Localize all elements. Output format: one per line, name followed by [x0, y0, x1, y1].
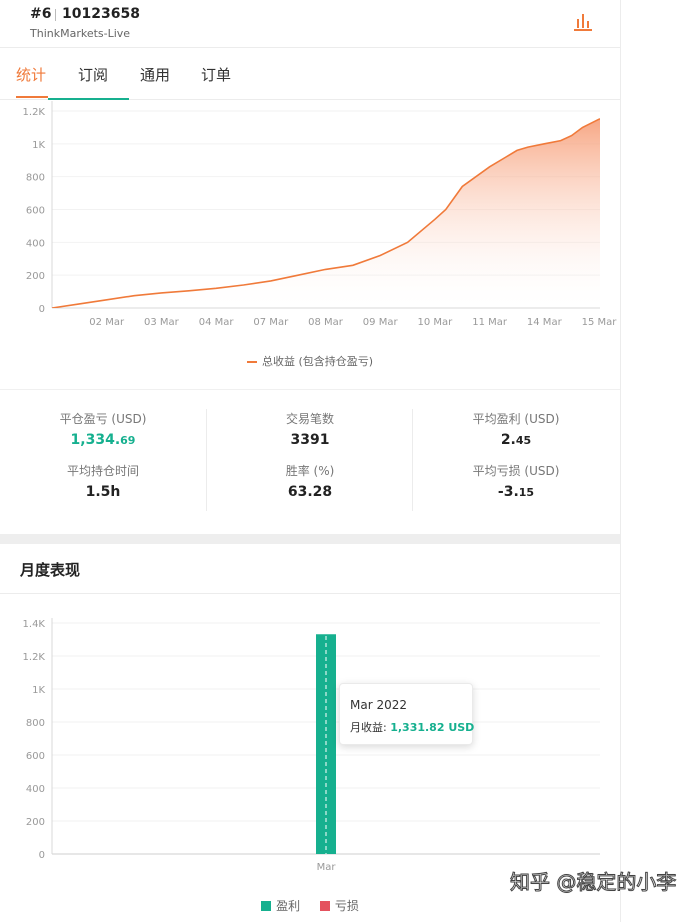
stats-panel: 平仓盈亏 (USD) 1,334.69 平均持仓时间 1.5h 交易笔数 339… [0, 389, 620, 535]
closed-pnl-label: 平仓盈亏 (USD) [59, 412, 147, 426]
x-tick-label: Mar [317, 862, 337, 873]
avg-profit-value: 2.45 [500, 432, 532, 448]
trades-value: 3391 [290, 432, 330, 448]
avg-hold-value: 1.5h [85, 484, 121, 500]
stats-col-2: 交易笔数 3391 胜率 (%) 63.28 [207, 410, 413, 514]
win-rate-label: 胜率 (%) [285, 464, 335, 478]
monthly-title: 月度表现 [20, 561, 81, 579]
trades-label: 交易笔数 [285, 412, 334, 426]
stats-col-1: 平仓盈亏 (USD) 1,334.69 平均持仓时间 1.5h [0, 410, 206, 514]
y-tick-label: 1.4K [23, 619, 46, 630]
y-tick-label: 1.2K [23, 652, 46, 663]
x-tick-label: 10 Mar [418, 317, 454, 328]
x-tick-label: 04 Mar [199, 317, 235, 328]
stats-col-3: 平均盈利 (USD) 2.45 平均亏损 (USD) -3.15 [413, 410, 619, 514]
watermark: 知乎 @稳定的小李 [509, 870, 677, 895]
x-tick-label: 07 Mar [253, 317, 289, 328]
y-tick-label: 600 [26, 751, 45, 762]
y-tick-label: 0 [39, 304, 45, 315]
monthly-legend: 盈利 亏损 [0, 897, 620, 914]
y-tick-label: 800 [26, 173, 45, 184]
server-name: ThinkMarkets-Live [30, 27, 131, 40]
x-tick-label: 14 Mar [527, 317, 563, 328]
y-tick-label: 600 [26, 206, 45, 217]
profit-chart-legend: 总收益 (包含持仓盈亏) [0, 353, 620, 369]
tab-general[interactable]: 通用 [140, 64, 170, 85]
y-tick-label: 0 [39, 850, 45, 861]
x-tick-label: 09 Mar [363, 317, 399, 328]
avg-loss-value: -3.15 [497, 484, 535, 500]
account-number: 10123658 [62, 6, 140, 22]
monthly-bar-chart: 0 200 400 600 800 1K 1.2K 1.4K Mar [23, 618, 600, 873]
tab-bar: 统计 订阅 通用 订单 [0, 48, 620, 100]
y-tick-label: 200 [26, 817, 45, 828]
y-tick-label: 200 [26, 271, 45, 282]
tooltip-date: Mar 2022 [350, 698, 407, 712]
y-tick-label: 1.2K [23, 107, 46, 118]
tab-orders[interactable]: 订单 [201, 64, 231, 85]
legend-label: 总收益 (包含持仓盈亏) [261, 355, 374, 368]
avg-profit-label: 平均盈利 (USD) [472, 412, 560, 426]
right-margin [621, 0, 684, 922]
avg-hold-label: 平均持仓时间 [66, 464, 139, 478]
legend-line-swatch [246, 361, 257, 363]
y-tick-label: 1K [32, 685, 45, 696]
y-tick-label: 400 [26, 784, 45, 795]
rank-number: #6 [30, 6, 52, 22]
legend-profit[interactable]: 盈利 [261, 899, 300, 913]
closed-pnl-value: 1,334.69 [70, 432, 136, 448]
monthly-header: 月度表现 [0, 544, 620, 594]
avg-loss-label: 平均亏损 (USD) [472, 464, 560, 478]
win-rate-value: 63.28 [287, 484, 333, 500]
account-header: #6 10123658 ThinkMarkets-Live [0, 0, 620, 48]
tab-subscribe[interactable]: 订阅 [78, 64, 108, 85]
tooltip-value-line: 月收益: 1,331.82 USD [350, 721, 475, 734]
legend-profit-swatch [261, 901, 272, 911]
chart-tooltip: Mar 2022 月收益: 1,331.82 USD [339, 683, 475, 745]
legend-loss[interactable]: 亏损 [319, 899, 359, 913]
x-tick-label: 08 Mar [308, 317, 344, 328]
x-tick-label: 02 Mar [89, 317, 125, 328]
section-gap [0, 534, 620, 544]
y-tick-label: 800 [26, 718, 45, 729]
x-tick-label: 15 Mar [582, 317, 618, 328]
x-tick-label: 11 Mar [472, 317, 508, 328]
y-tick-label: 400 [26, 238, 45, 249]
header-separator [55, 9, 56, 21]
active-tab-indicator [16, 96, 48, 98]
tab-stats[interactable]: 统计 [16, 64, 46, 85]
y-tick-label: 1K [32, 140, 45, 151]
profit-line-chart: 0 200 400 600 800 1K 1.2K 02 Mar 03 Mar 04 Mar 07 … [23, 99, 618, 328]
stats-page: #6 10123658 ThinkMarkets-Live 统计 订阅 通用 订… [0, 0, 621, 922]
legend-loss-swatch [319, 901, 330, 911]
x-tick-label: 03 Mar [144, 317, 180, 328]
bar-chart-icon[interactable] [572, 10, 594, 32]
series-area [52, 99, 600, 308]
